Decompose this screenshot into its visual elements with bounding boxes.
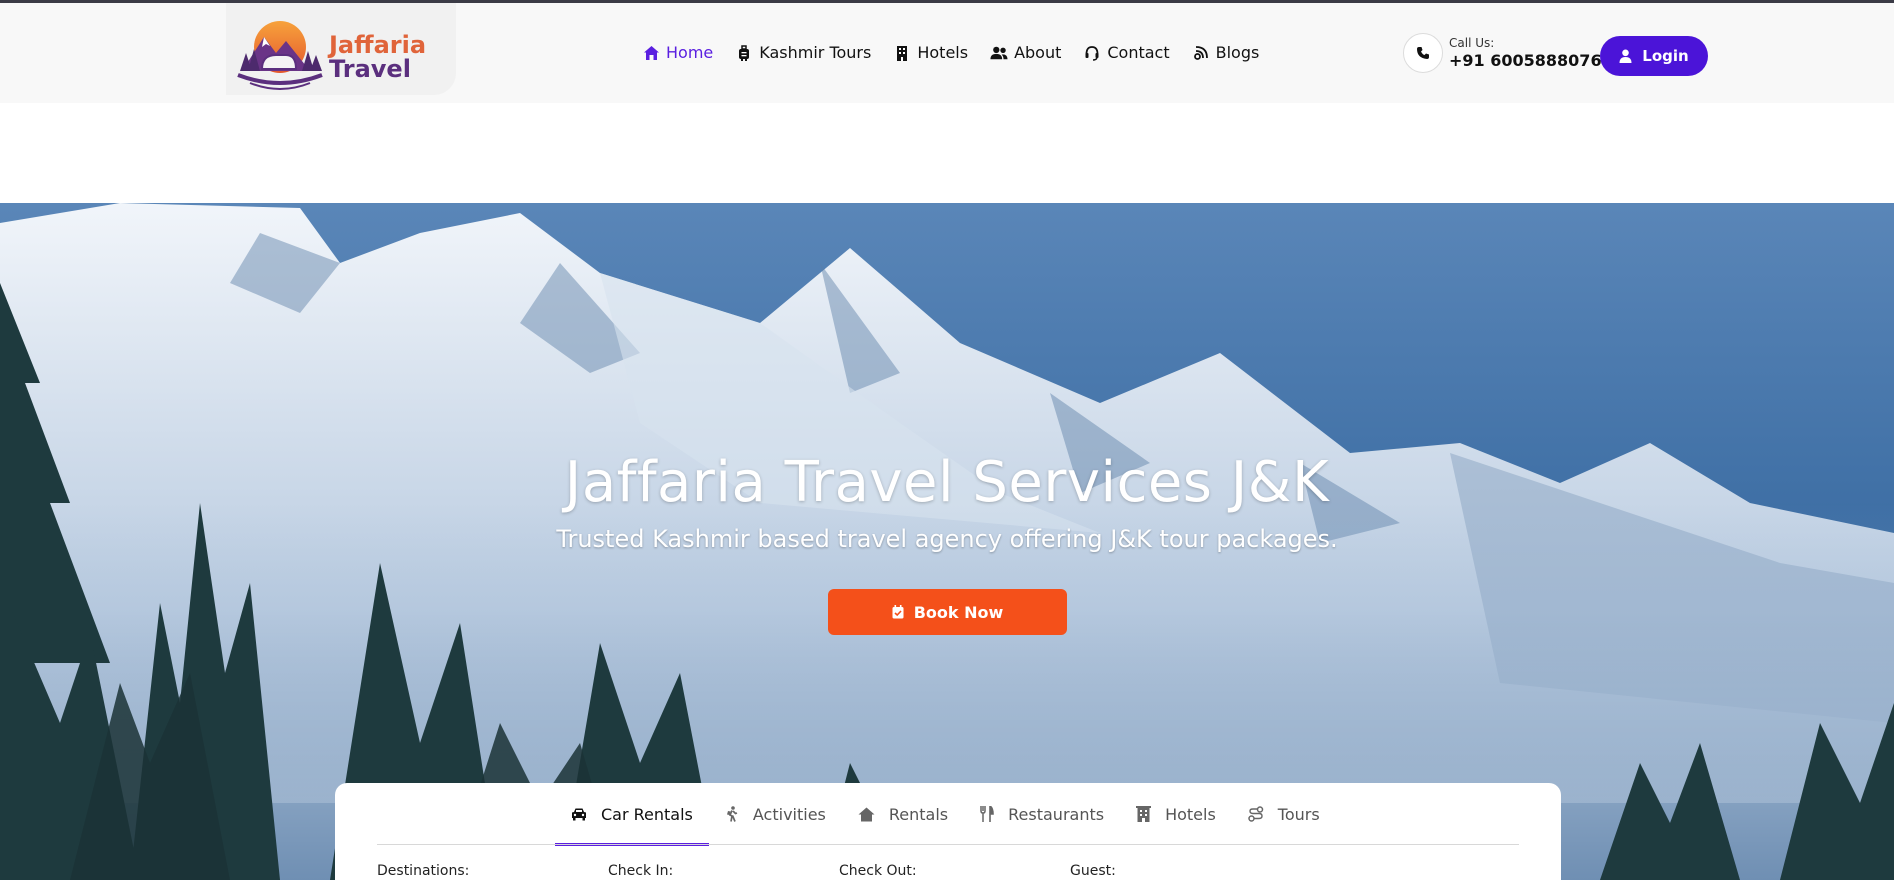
hero-subtitle: Trusted Kashmir based travel agency offe…	[556, 525, 1338, 553]
field-destinations-label: Destinations:	[377, 863, 470, 879]
nav-home-label: Home	[666, 43, 714, 62]
user-icon	[1619, 49, 1632, 63]
tab-tours[interactable]: Tours	[1232, 783, 1336, 845]
site-logo[interactable]: Jaffaria Travel	[226, 3, 456, 95]
nav-about[interactable]: About	[990, 43, 1061, 62]
nav-home[interactable]: Home	[642, 43, 713, 62]
tab-car-rentals-label: Car Rentals	[601, 804, 693, 824]
nav-kashmir-tours-label: Kashmir Tours	[759, 43, 872, 62]
call-us[interactable]: Call Us: +91 6005888076	[1403, 33, 1602, 73]
tabs-divider	[377, 844, 1519, 845]
phone-icon	[1403, 33, 1443, 73]
hero-title: Jaffaria Travel Services J&K	[564, 450, 1330, 515]
logo-mountain-icon	[237, 21, 323, 90]
login-button[interactable]: Login	[1600, 36, 1708, 76]
utensils-icon	[980, 806, 994, 822]
route-icon	[1248, 806, 1264, 822]
tab-hotels[interactable]: Hotels	[1120, 783, 1232, 845]
search-fields: Destinations: Check In: Check Out: Guest…	[377, 863, 1301, 879]
call-number[interactable]: +91 6005888076	[1449, 51, 1602, 70]
headset-icon	[1083, 44, 1101, 62]
call-label: Call Us:	[1449, 36, 1495, 50]
main-nav: Home Kashmir Tours Hotels About Contact	[642, 43, 1281, 62]
luggage-icon	[735, 44, 753, 62]
tab-rentals[interactable]: Rentals	[842, 783, 964, 845]
tab-rentals-label: Rentals	[888, 804, 949, 824]
nav-blogs-label: Blogs	[1215, 43, 1260, 62]
tab-restaurants[interactable]: Restaurants	[964, 783, 1120, 845]
tab-restaurants-label: Restaurants	[1008, 804, 1105, 824]
logo-text-line1: Jaffaria	[329, 31, 427, 59]
site-header: Jaffaria Travel Home Kashmir Tours Hotel…	[0, 3, 1894, 103]
field-guest-label: Guest:	[1070, 863, 1116, 879]
tab-activities[interactable]: Activities	[709, 783, 842, 845]
search-tabs: Car Rentals Activities Rentals Restauran…	[555, 783, 1336, 846]
nav-hotels[interactable]: Hotels	[893, 43, 968, 62]
tab-activities-label: Activities	[752, 804, 826, 824]
book-now-button[interactable]: Book Now	[828, 589, 1067, 635]
hero-banner: Jaffaria Travel Services J&K Trusted Kas…	[0, 203, 1894, 880]
field-check-out-label: Check Out:	[839, 863, 917, 879]
call-text: Call Us: +91 6005888076	[1449, 36, 1602, 70]
nav-contact-label: Contact	[1107, 43, 1170, 62]
nav-hotels-label: Hotels	[917, 43, 969, 62]
nav-contact[interactable]: Contact	[1083, 43, 1170, 62]
logo-text-line2: Travel	[329, 55, 411, 83]
users-icon	[990, 44, 1008, 62]
hotel-icon	[1136, 806, 1152, 822]
hiking-icon	[725, 806, 739, 822]
book-now-label: Book Now	[913, 602, 1004, 622]
car-icon	[571, 807, 587, 821]
nav-blogs[interactable]: Blogs	[1192, 43, 1260, 62]
calendar-check-icon	[892, 605, 904, 619]
search-card: Car Rentals Activities Rentals Restauran…	[335, 783, 1561, 880]
nav-about-label: About	[1014, 43, 1062, 62]
tab-tours-label: Tours	[1277, 804, 1320, 824]
tab-hotels-label: Hotels	[1165, 804, 1216, 824]
blog-icon	[1192, 44, 1210, 62]
field-check-in-label: Check In:	[608, 863, 674, 879]
logo-wordmark: Jaffaria Travel	[329, 33, 426, 81]
nav-kashmir-tours[interactable]: Kashmir Tours	[735, 43, 871, 62]
login-label: Login	[1642, 47, 1689, 65]
home-icon	[642, 44, 660, 62]
tab-car-rentals[interactable]: Car Rentals	[555, 783, 709, 846]
house-icon	[858, 807, 875, 822]
building-icon	[893, 44, 911, 62]
